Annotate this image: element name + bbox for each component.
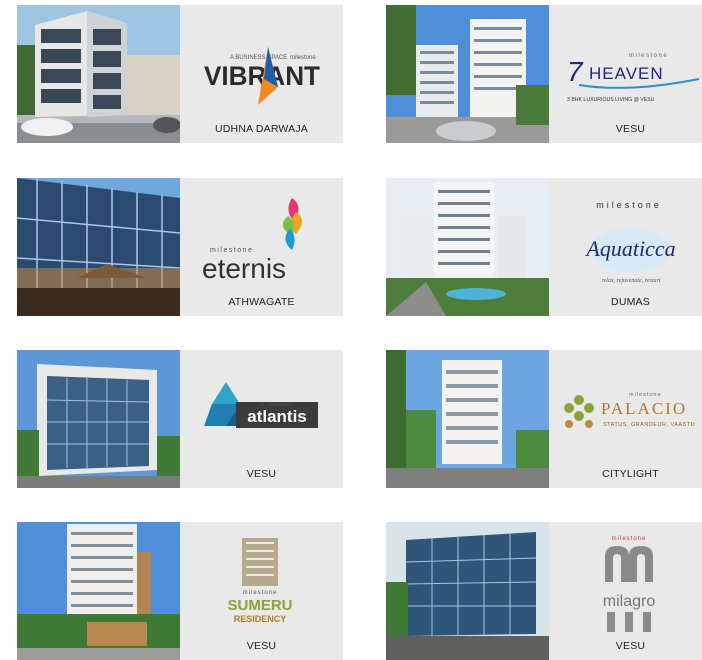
project-info-panel: milestone 7 HEAVEN 3 BHK LUXURIOUS LIVIN… bbox=[549, 5, 702, 143]
location-label: CITYLIGHT bbox=[602, 468, 659, 480]
project-info-panel: milestone milagro VESU bbox=[549, 522, 702, 660]
project-photo bbox=[17, 5, 180, 143]
project-name: HEAVEN bbox=[589, 64, 664, 83]
project-name: Aquaticca bbox=[584, 236, 675, 261]
project-card-heaven[interactable]: milestone 7 HEAVEN 3 BHK LUXURIOUS LIVIN… bbox=[386, 5, 702, 143]
project-photo bbox=[386, 178, 549, 316]
aquaticca-logo: milestone Aquaticca relax, rejuvenate, r… bbox=[549, 178, 702, 288]
brand: milestone bbox=[629, 392, 662, 398]
project-name: eternis bbox=[202, 253, 286, 284]
eternis-logo: milestone eternis bbox=[180, 178, 343, 288]
project-info-panel: A BUSINESS SPACE milestone VIBRANT UDHNA… bbox=[180, 5, 343, 143]
brand: milestone bbox=[596, 200, 662, 210]
project-info-panel: milestone Aquaticca relax, rejuvenate, r… bbox=[549, 178, 702, 316]
project-info-panel: milestone PALACIO STATUS, GRANDEUR, VAAS… bbox=[549, 350, 702, 488]
location-label: UDHNA DARWAJA bbox=[214, 123, 309, 135]
project-card-sumeru[interactable]: milestone SUMERU RESIDENCY VESU bbox=[17, 522, 343, 660]
location-label: DUMAS bbox=[611, 296, 650, 308]
vibrant-logo: A BUSINESS SPACE milestone VIBRANT bbox=[180, 5, 343, 115]
atlantis-logo: milestone atlantis bbox=[180, 350, 343, 460]
svg-text:7: 7 bbox=[567, 56, 584, 87]
project-name: milagro bbox=[603, 593, 656, 610]
project-info-panel: milestone atlantis VESU bbox=[180, 350, 343, 488]
location-label: ATHWAGATE bbox=[228, 296, 295, 308]
project-card-vibrant[interactable]: A BUSINESS SPACE milestone VIBRANT UDHNA… bbox=[17, 5, 343, 143]
tagline: 3 BHK LUXURIOUS LIVING @ VESU bbox=[567, 97, 655, 103]
project-card-aquaticca[interactable]: milestone Aquaticca relax, rejuvenate, r… bbox=[386, 178, 702, 316]
tagline: relax, rejuvenate, restart bbox=[602, 278, 661, 284]
project-name: SUMERU bbox=[227, 597, 292, 614]
project-card-milagro[interactable]: milestone milagro VESU bbox=[386, 522, 702, 660]
project-photo bbox=[17, 522, 180, 660]
project-card-palacio[interactable]: milestone PALACIO STATUS, GRANDEUR, VAAS… bbox=[386, 350, 702, 488]
project-photo bbox=[386, 5, 549, 143]
location-label: VESU bbox=[246, 640, 277, 652]
project-photo bbox=[17, 178, 180, 316]
project-card-eternis[interactable]: milestone eternis ATHWAGATE bbox=[17, 178, 343, 316]
project-name: atlantis bbox=[247, 407, 307, 426]
project-subname: RESIDENCY bbox=[234, 614, 287, 624]
project-photo bbox=[17, 350, 180, 488]
palacio-logo: milestone PALACIO STATUS, GRANDEUR, VAAS… bbox=[549, 350, 702, 460]
tagline: STATUS, GRANDEUR, VAASTU bbox=[603, 422, 695, 428]
sumeru-logo: milestone SUMERU RESIDENCY bbox=[180, 522, 343, 632]
brand: milestone bbox=[243, 590, 278, 596]
brand: milestone bbox=[612, 536, 647, 542]
heaven-logo: milestone 7 HEAVEN 3 BHK LUXURIOUS LIVIN… bbox=[549, 5, 702, 115]
project-info-panel: milestone SUMERU RESIDENCY VESU bbox=[180, 522, 343, 660]
location-label: VESU bbox=[615, 640, 646, 652]
location-label: VESU bbox=[615, 123, 646, 135]
project-name: PALACIO bbox=[601, 399, 687, 418]
brand: milestone bbox=[629, 53, 668, 59]
project-info-panel: milestone eternis ATHWAGATE bbox=[180, 178, 343, 316]
project-card-atlantis[interactable]: milestone atlantis VESU bbox=[17, 350, 343, 488]
project-photo bbox=[386, 350, 549, 488]
project-photo bbox=[386, 522, 549, 660]
location-label: VESU bbox=[246, 468, 277, 480]
milagro-logo: milestone milagro bbox=[549, 522, 702, 632]
